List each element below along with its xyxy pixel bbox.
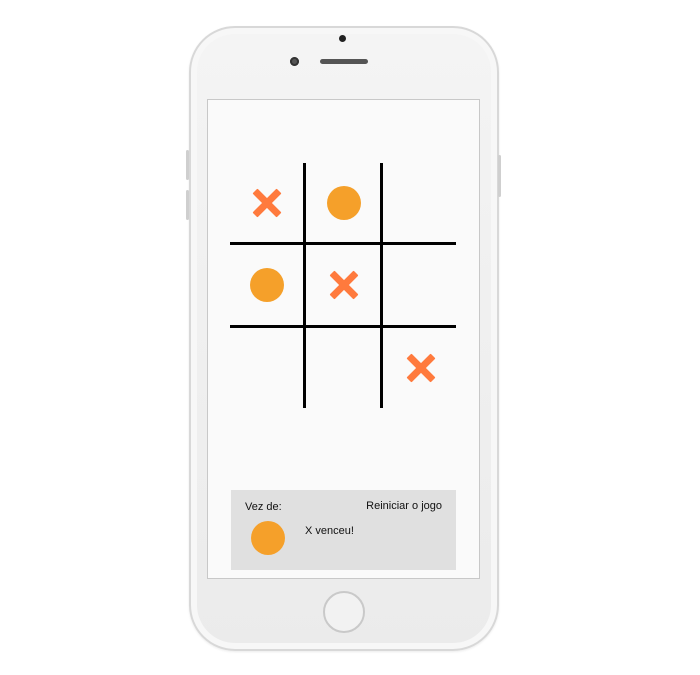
earpiece-speaker [320,59,368,64]
game-status-text: X venceu! [305,525,354,537]
volume-up-button [186,150,189,180]
current-turn-o-icon [251,521,285,555]
board-cell-4[interactable] [306,245,382,325]
game-board [230,163,456,408]
board-cell-2[interactable] [383,163,459,243]
board-cell-7[interactable] [306,328,382,408]
board-cell-8[interactable] [383,328,459,408]
status-panel: Vez de: Reiniciar o jogo X venceu! [231,490,456,570]
o-mark-icon [250,268,284,302]
turn-label: Vez de: [245,501,282,513]
restart-game-button[interactable]: Reiniciar o jogo [366,500,442,512]
x-mark-icon [250,186,284,220]
power-button [498,155,501,197]
x-mark-icon [327,268,361,302]
volume-down-button [186,190,189,220]
front-camera [290,57,299,66]
proximity-sensor [339,35,346,42]
board-cell-5[interactable] [383,245,459,325]
home-button [323,591,365,633]
board-cell-6[interactable] [229,328,305,408]
o-mark-icon [327,186,361,220]
board-cell-1[interactable] [306,163,382,243]
board-cell-0[interactable] [229,163,305,243]
x-mark-icon [404,351,438,385]
board-cell-3[interactable] [229,245,305,325]
